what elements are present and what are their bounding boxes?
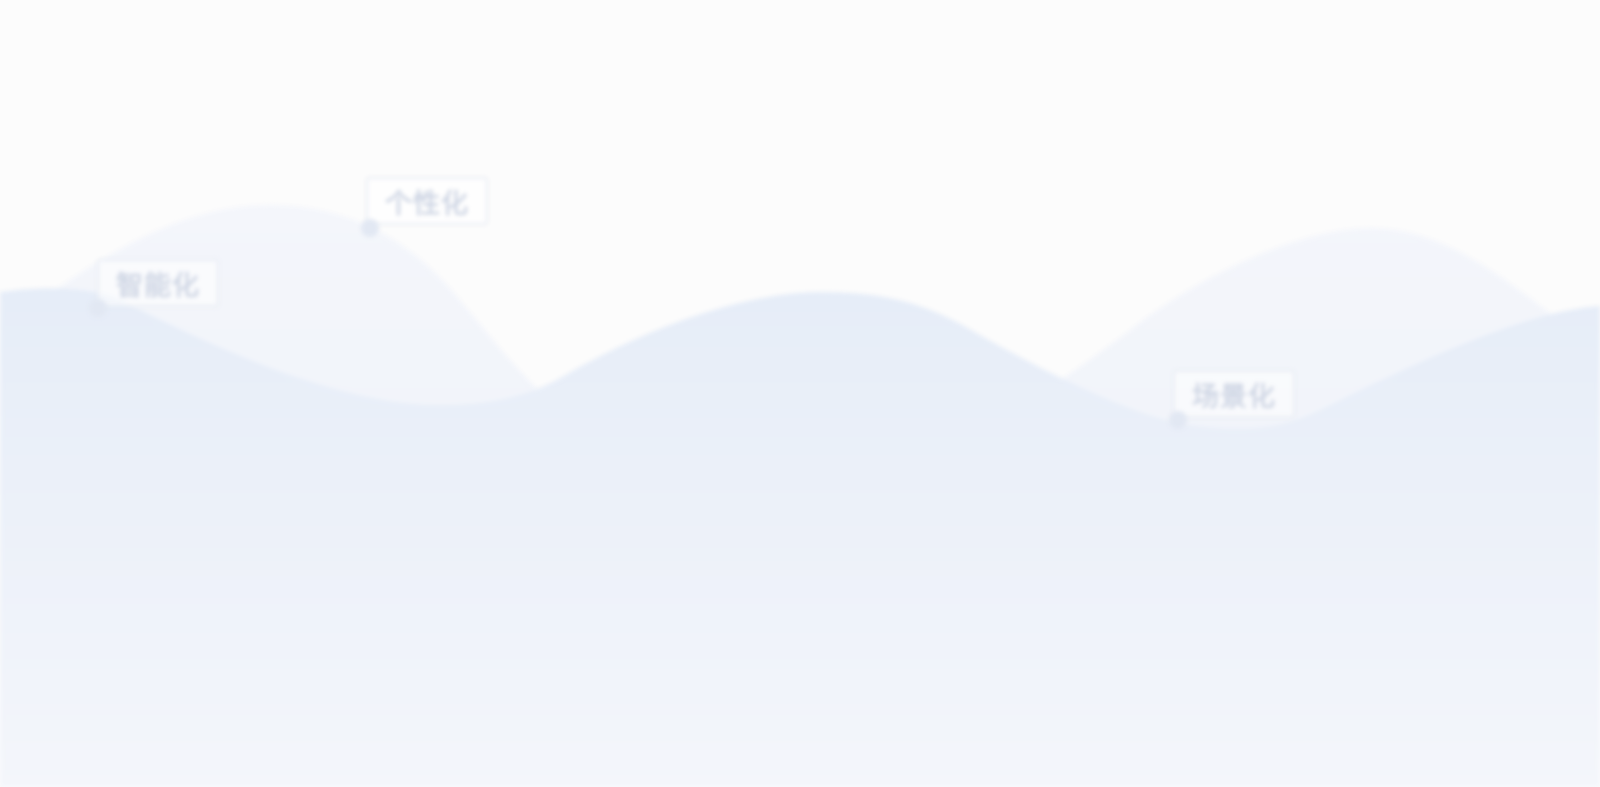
tag-pin-dot <box>89 299 107 317</box>
tag-pin-dot <box>1169 411 1187 429</box>
tag-label: 智能化 <box>116 270 200 302</box>
wave-background <box>0 205 1600 787</box>
tag-label: 场景化 <box>1192 381 1276 413</box>
tag-personalized: 个性化 <box>366 177 488 225</box>
tag-scenario: 场景化 <box>1173 370 1295 418</box>
tag-label: 个性化 <box>385 188 469 220</box>
tag-intelligent: 智能化 <box>97 259 219 307</box>
tag-pin-dot <box>361 219 379 237</box>
hero-background: 智能化 个性化 场景化 <box>0 0 1600 787</box>
